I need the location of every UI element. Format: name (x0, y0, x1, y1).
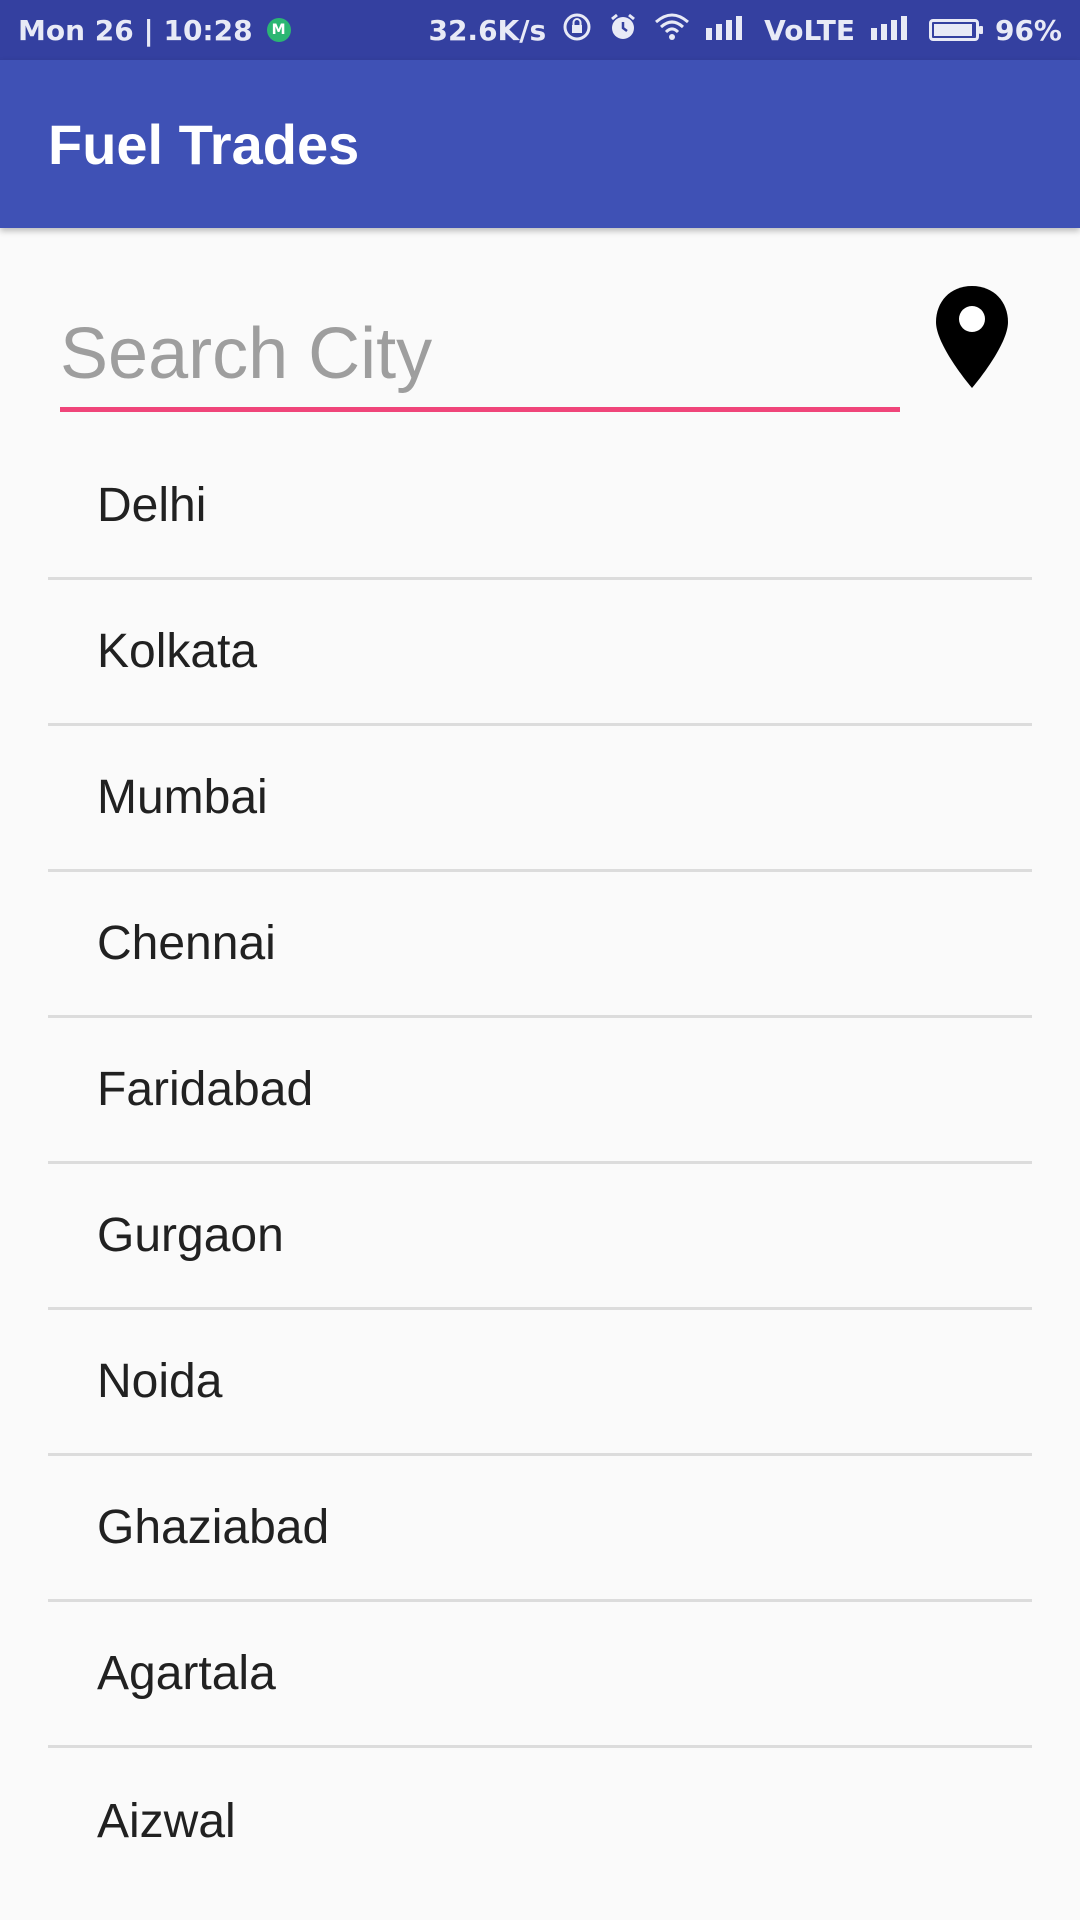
rotation-lock-icon (562, 12, 592, 49)
city-list-item[interactable]: Aizwal (48, 1748, 1032, 1894)
status-right: 32.6K/s VoLTE 96% (428, 0, 1062, 60)
city-list-item[interactable]: Ghaziabad (48, 1456, 1032, 1602)
city-list-item[interactable]: Delhi (48, 434, 1032, 580)
signal-icon (706, 14, 748, 47)
status-bar: Mon 26 | 10:28 M 32.6K/s VoLTE 96% (0, 0, 1080, 60)
map-marker-icon (936, 286, 1008, 388)
city-list: Delhi Kolkata Mumbai Chennai Faridabad Gurgao… (48, 434, 1032, 1894)
status-left: Mon 26 | 10:28 M (18, 0, 291, 60)
battery-percent: 96% (994, 13, 1062, 47)
network-speed: 32.6K/s (428, 13, 547, 47)
alarm-icon (608, 12, 638, 49)
city-list-item[interactable]: Mumbai (48, 726, 1032, 872)
gmail-notification-icon: M (266, 18, 291, 42)
city-list-item[interactable]: Chennai (48, 872, 1032, 1018)
status-datetime: Mon 26 | 10:28 (18, 13, 253, 47)
battery-icon (928, 19, 983, 41)
app-bar: Fuel Trades (0, 60, 1080, 228)
city-list-item[interactable]: Agartala (48, 1602, 1032, 1748)
search-city-input[interactable] (60, 300, 900, 412)
app-title: Fuel Trades (48, 112, 360, 176)
city-list-item[interactable]: Gurgaon (48, 1164, 1032, 1310)
network-type: VoLTE (764, 13, 855, 47)
city-list-item[interactable]: Kolkata (48, 580, 1032, 726)
location-button[interactable] (932, 282, 1012, 392)
wifi-icon (654, 12, 690, 49)
city-list-item[interactable]: Faridabad (48, 1018, 1032, 1164)
search-container (60, 300, 900, 416)
city-list-item[interactable]: Noida (48, 1310, 1032, 1456)
notification-letter: M (271, 22, 286, 38)
signal-icon-sim2 (870, 14, 913, 47)
